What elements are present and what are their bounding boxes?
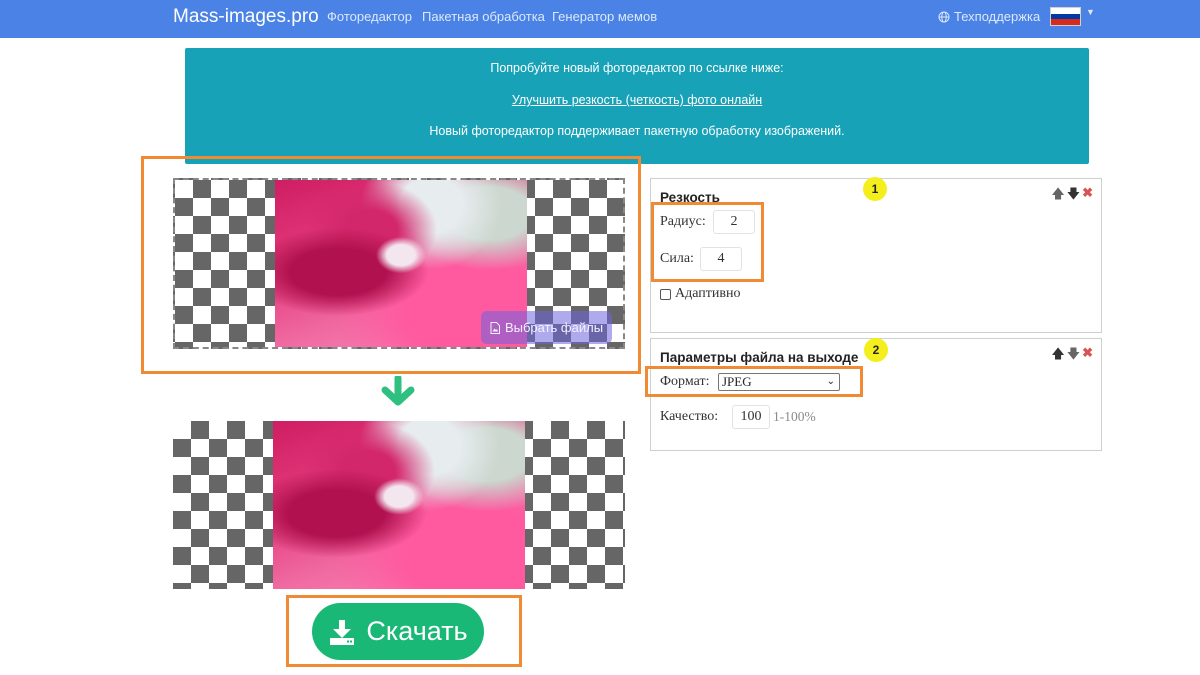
banner-text-1: Попробуйте новый фоторедактор по ссылке …: [490, 61, 784, 75]
highlight-upload-area: [141, 156, 641, 374]
info-banner: Попробуйте новый фоторедактор по ссылке …: [185, 48, 1089, 164]
banner-link[interactable]: Улучшить резкость (четкость) фото онлайн: [185, 93, 1089, 107]
quality-label: Качество:: [660, 409, 719, 424]
step-badge-2: 2: [864, 338, 888, 362]
flag-stripe-red: [1051, 19, 1080, 25]
close-icon[interactable]: ✖: [1082, 185, 1093, 207]
globe-icon: [938, 11, 950, 22]
arrow-down-icon: [381, 376, 415, 406]
nav-link-support[interactable]: Техподдержка: [938, 9, 1040, 24]
result-image: [173, 421, 625, 589]
highlight-download: [286, 595, 522, 667]
output-title: Параметры файла на выходе: [660, 350, 859, 365]
nav-link-photo-editor[interactable]: Фоторедактор: [327, 9, 412, 24]
arrow-down-small-icon[interactable]: 🡇: [1067, 185, 1080, 207]
step-badge-1: 1: [863, 177, 887, 201]
adaptive-checkbox[interactable]: [660, 289, 671, 300]
highlight-radius-strength: [651, 202, 764, 282]
panel-controls: 🡅 🡇 ✖: [1051, 185, 1093, 207]
close-icon[interactable]: ✖: [1082, 345, 1093, 367]
panel-controls: 🡅 🡇 ✖: [1051, 345, 1093, 367]
quality-input[interactable]: 100: [732, 405, 770, 429]
nav-link-batch-processing[interactable]: Пакетная обработка: [422, 9, 545, 24]
arrow-down-small-icon[interactable]: 🡇: [1067, 345, 1080, 367]
caret-down-icon[interactable]: ▼: [1086, 7, 1095, 17]
nav-link-meme-generator[interactable]: Генератор мемов: [552, 9, 657, 24]
language-flag[interactable]: [1050, 7, 1081, 26]
arrow-up-icon[interactable]: 🡅: [1051, 185, 1064, 207]
banner-text-2: Новый фоторедактор поддерживает пакетную…: [429, 124, 845, 138]
brand-logo[interactable]: Mass-images.pro: [173, 6, 319, 28]
navbar: Mass-images.pro Фоторедактор Пакетная об…: [0, 0, 1200, 38]
adaptive-label: Адаптивно: [675, 286, 741, 301]
support-label: Техподдержка: [954, 9, 1041, 24]
highlight-format: [645, 366, 863, 397]
arrow-up-icon[interactable]: 🡅: [1051, 345, 1064, 367]
quality-hint: 1-100%: [773, 409, 816, 424]
result-image-preview: [273, 421, 525, 589]
